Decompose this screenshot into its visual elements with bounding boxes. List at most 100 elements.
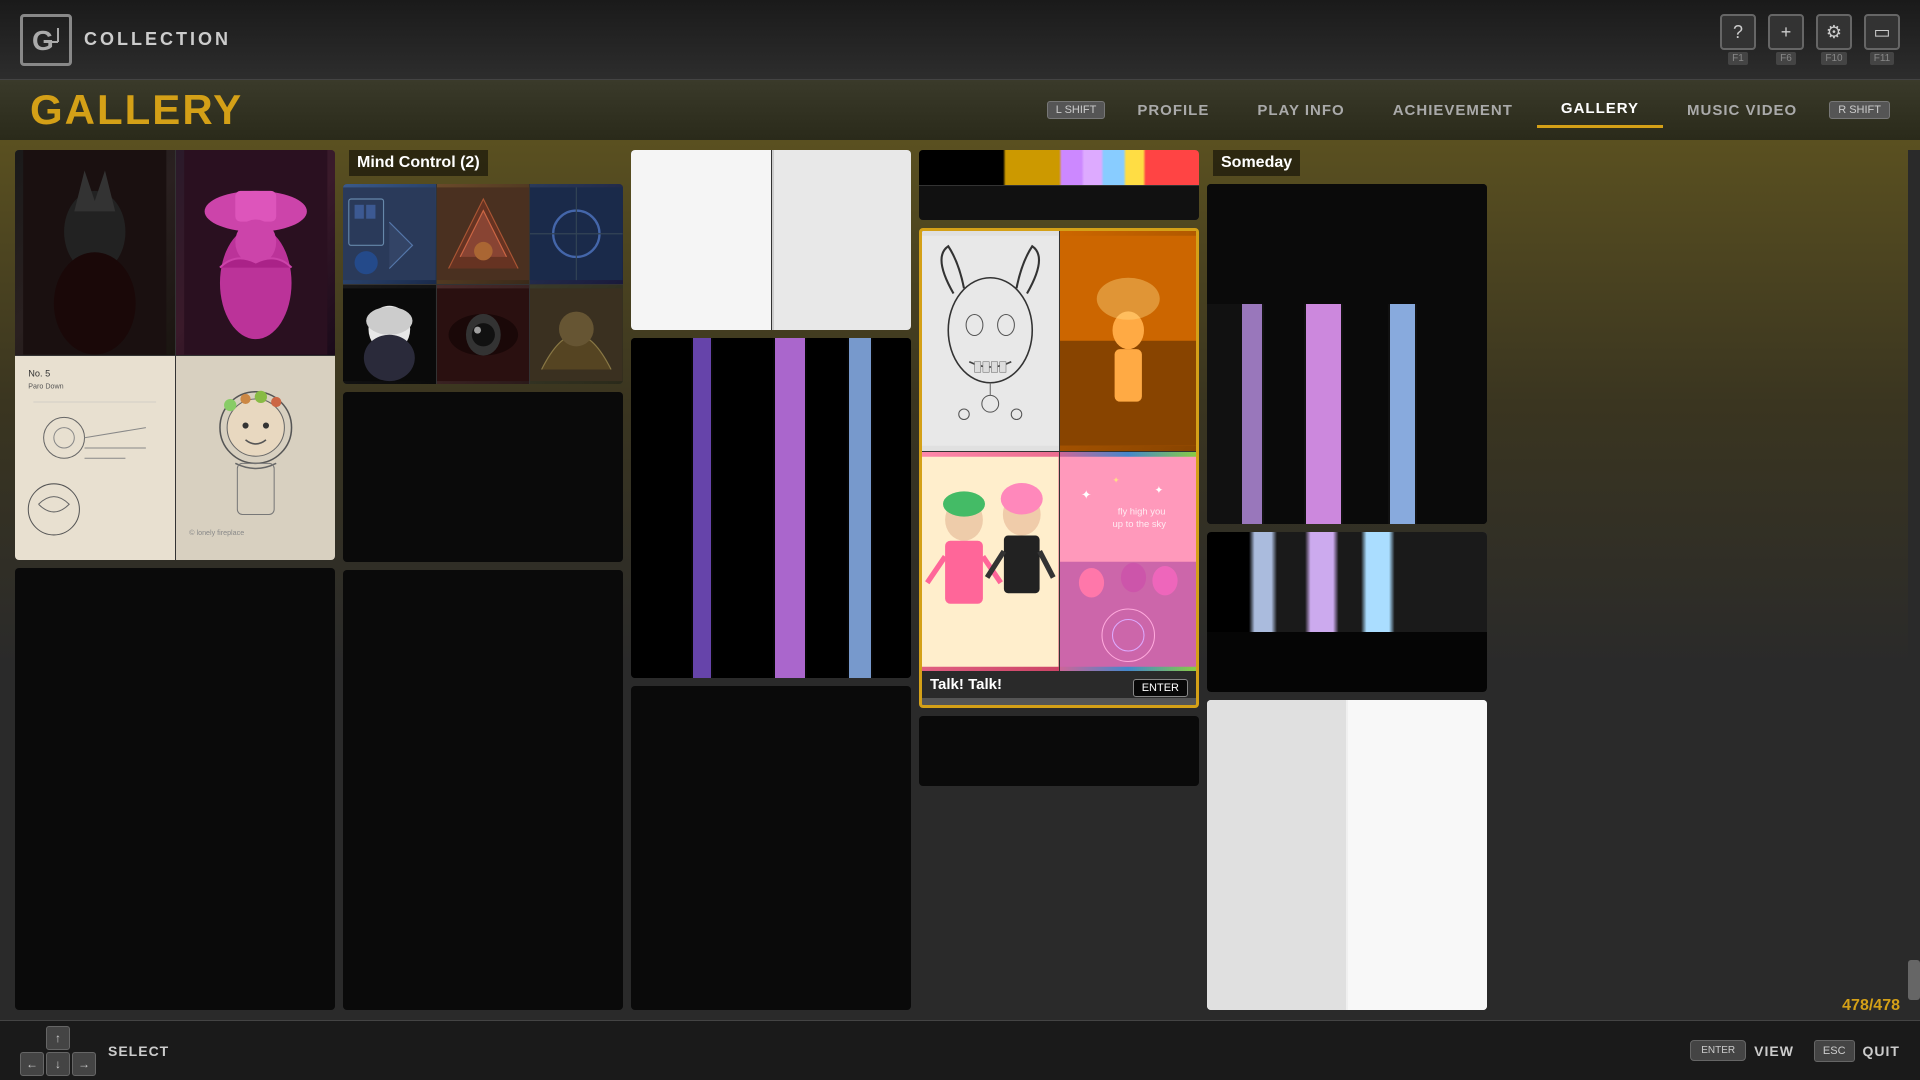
svg-text:up to the sky: up to the sky — [1112, 519, 1166, 530]
someday-r-label: Someday — [1213, 150, 1300, 176]
zet-r-top — [1207, 532, 1487, 632]
sl-left — [631, 150, 771, 330]
settings-icon: ⚙ — [1816, 14, 1852, 50]
enter-badge: ENTER — [1133, 679, 1188, 697]
nav-tabs: L SHIFT PROFILE PLAY INFO ACHIEVEMENT GA… — [1047, 92, 1890, 128]
gallery-col-4: My Jealousy (2) — [919, 150, 1199, 1010]
gallery-item-my-jealousy[interactable]: My Jealousy (2) — [919, 150, 1199, 220]
quit-action: ESC QUIT — [1814, 1040, 1900, 1062]
gallery-item-streetlight[interactable]: Streetlight — [631, 150, 911, 330]
add-button[interactable]: + F6 — [1768, 14, 1804, 65]
quit-label: QUIT — [1863, 1043, 1900, 1059]
zet-white-artwork — [1207, 700, 1487, 1010]
myj-artwork — [919, 150, 1199, 220]
dpad-row: ← ↓ → — [20, 1052, 96, 1076]
gallery-columns: No. 5 Paro Down — [0, 150, 1908, 1010]
rshift-key: R SHIFT — [1829, 101, 1890, 119]
esc-key[interactable]: ESC — [1814, 1040, 1855, 1062]
tt-quad-2 — [1060, 231, 1197, 451]
tab-play-info[interactable]: PLAY INFO — [1233, 94, 1368, 127]
zet-half-r — [1348, 700, 1487, 1010]
tab-achievement[interactable]: ACHIEVEMENT — [1369, 94, 1537, 127]
gallery-item-black-4[interactable] — [919, 716, 1199, 786]
gallery-item-talktalk[interactable]: ✦ ✦ ✦ fly high you up to the sky — [919, 228, 1199, 708]
enter-badge-text: ENTER — [1142, 682, 1179, 694]
someday-artwork: No. 5 Paro Down — [15, 150, 335, 560]
streetlight-artwork — [631, 150, 911, 330]
gallery-col-3: Streetlight — [631, 150, 911, 1010]
gallery-item-black-2[interactable] — [343, 570, 623, 1010]
scrollbar-track[interactable] — [1908, 150, 1920, 1010]
mind-control-header: Mind Control (2) — [343, 150, 623, 176]
right-key[interactable]: → — [72, 1052, 96, 1076]
page-title: GALLERY — [30, 86, 243, 134]
stop-quad-4 — [343, 285, 436, 385]
art-sketch2: © lonely fireplace — [176, 356, 336, 561]
tt-quad-4: ✦ ✦ ✦ fly high you up to the sky — [1060, 452, 1197, 672]
zet-half-l — [1207, 700, 1346, 1010]
gallery-item-zet2[interactable]: ZET (2) — [631, 338, 911, 678]
settings-button[interactable]: ⚙ F10 — [1816, 14, 1852, 65]
stop-artwork — [343, 184, 623, 384]
stop-quad-6 — [530, 285, 623, 385]
gallery-item-black-3[interactable] — [631, 686, 911, 1010]
view-label: VIEW — [1754, 1043, 1794, 1059]
bottom-left: ↑ ← ↓ → SELECT — [20, 1026, 169, 1076]
svg-text:© lonely fireplace: © lonely fireplace — [189, 528, 244, 536]
myj-top — [919, 150, 1199, 185]
power-button[interactable]: ▭ F11 — [1864, 14, 1900, 65]
help-icon: ? — [1720, 14, 1756, 50]
add-icon: + — [1768, 14, 1804, 50]
gallery-col-1: No. 5 Paro Down — [15, 150, 335, 1010]
gallery-item-zet-r[interactable]: ZET — [1207, 532, 1487, 692]
tt-quad-3 — [922, 452, 1059, 672]
svg-text:✦: ✦ — [1081, 487, 1092, 501]
zet2-artwork — [631, 338, 911, 678]
svg-text:No. 5: No. 5 — [28, 368, 50, 378]
sl-right — [772, 150, 912, 330]
stop-quad-5 — [437, 285, 530, 385]
gallery-col-5: Someday — [1207, 150, 1487, 1010]
someday-r-header: Someday — [1207, 150, 1487, 176]
down-key[interactable]: ↓ — [46, 1052, 70, 1076]
count-display: 478/478 — [1842, 997, 1900, 1014]
lshift-key: L SHIFT — [1047, 101, 1106, 119]
tab-profile[interactable]: PROFILE — [1113, 94, 1233, 127]
collection-label: COLLECTION — [84, 29, 231, 50]
f11-key: F11 — [1870, 52, 1895, 65]
art-dark-char — [15, 150, 175, 355]
count-area: 478/478 — [1842, 997, 1900, 1015]
left-key[interactable]: ← — [20, 1052, 44, 1076]
svg-text:✦: ✦ — [1112, 475, 1119, 485]
help-button[interactable]: ? F1 — [1720, 14, 1756, 65]
zet-r-bottom — [1207, 632, 1487, 692]
mind-control-label: Mind Control (2) — [349, 150, 488, 176]
gallery-item-zet3[interactable]: ZET (3) — [343, 392, 623, 562]
f6-key: F6 — [1776, 52, 1796, 65]
f10-key: F10 — [1821, 52, 1846, 65]
view-enter-key[interactable]: ENTER — [1690, 1040, 1746, 1061]
main-content: No. 5 Paro Down — [0, 140, 1920, 1020]
gallery-item-someday[interactable]: No. 5 Paro Down — [15, 150, 335, 560]
tab-gallery[interactable]: GALLERY — [1537, 92, 1663, 128]
up-key[interactable]: ↑ — [46, 1026, 70, 1050]
tab-music-video[interactable]: MUSIC VIDEO — [1663, 94, 1821, 127]
bottom-right: ENTER VIEW ESC QUIT — [1690, 1040, 1900, 1062]
gallery-item-black-1[interactable] — [15, 568, 335, 1010]
dpad-up-area: ↑ ← ↓ → — [20, 1026, 96, 1076]
svg-text:G: G — [32, 25, 54, 56]
someday-r-artwork — [1207, 184, 1487, 524]
myj-bottom — [919, 186, 1199, 220]
gallery-item-zet-white[interactable] — [1207, 700, 1487, 1010]
svg-text:Paro Down: Paro Down — [28, 382, 63, 390]
gallery-item-someday-r[interactable] — [1207, 184, 1487, 524]
top-right-icons: ? F1 + F6 ⚙ F10 ▭ F11 — [1720, 14, 1900, 65]
svg-text:fly high you: fly high you — [1117, 506, 1165, 517]
select-label: SELECT — [108, 1043, 169, 1059]
power-icon: ▭ — [1864, 14, 1900, 50]
stop-quad-2 — [437, 184, 530, 284]
gallery-item-stop[interactable]: STOP — [343, 184, 623, 384]
dpad-area: ↑ ← ↓ → — [20, 1026, 96, 1076]
talktalk-artwork: ✦ ✦ ✦ fly high you up to the sky — [922, 231, 1196, 671]
top-bar: G COLLECTION ? F1 + F6 ⚙ F10 ▭ F11 — [0, 0, 1920, 80]
